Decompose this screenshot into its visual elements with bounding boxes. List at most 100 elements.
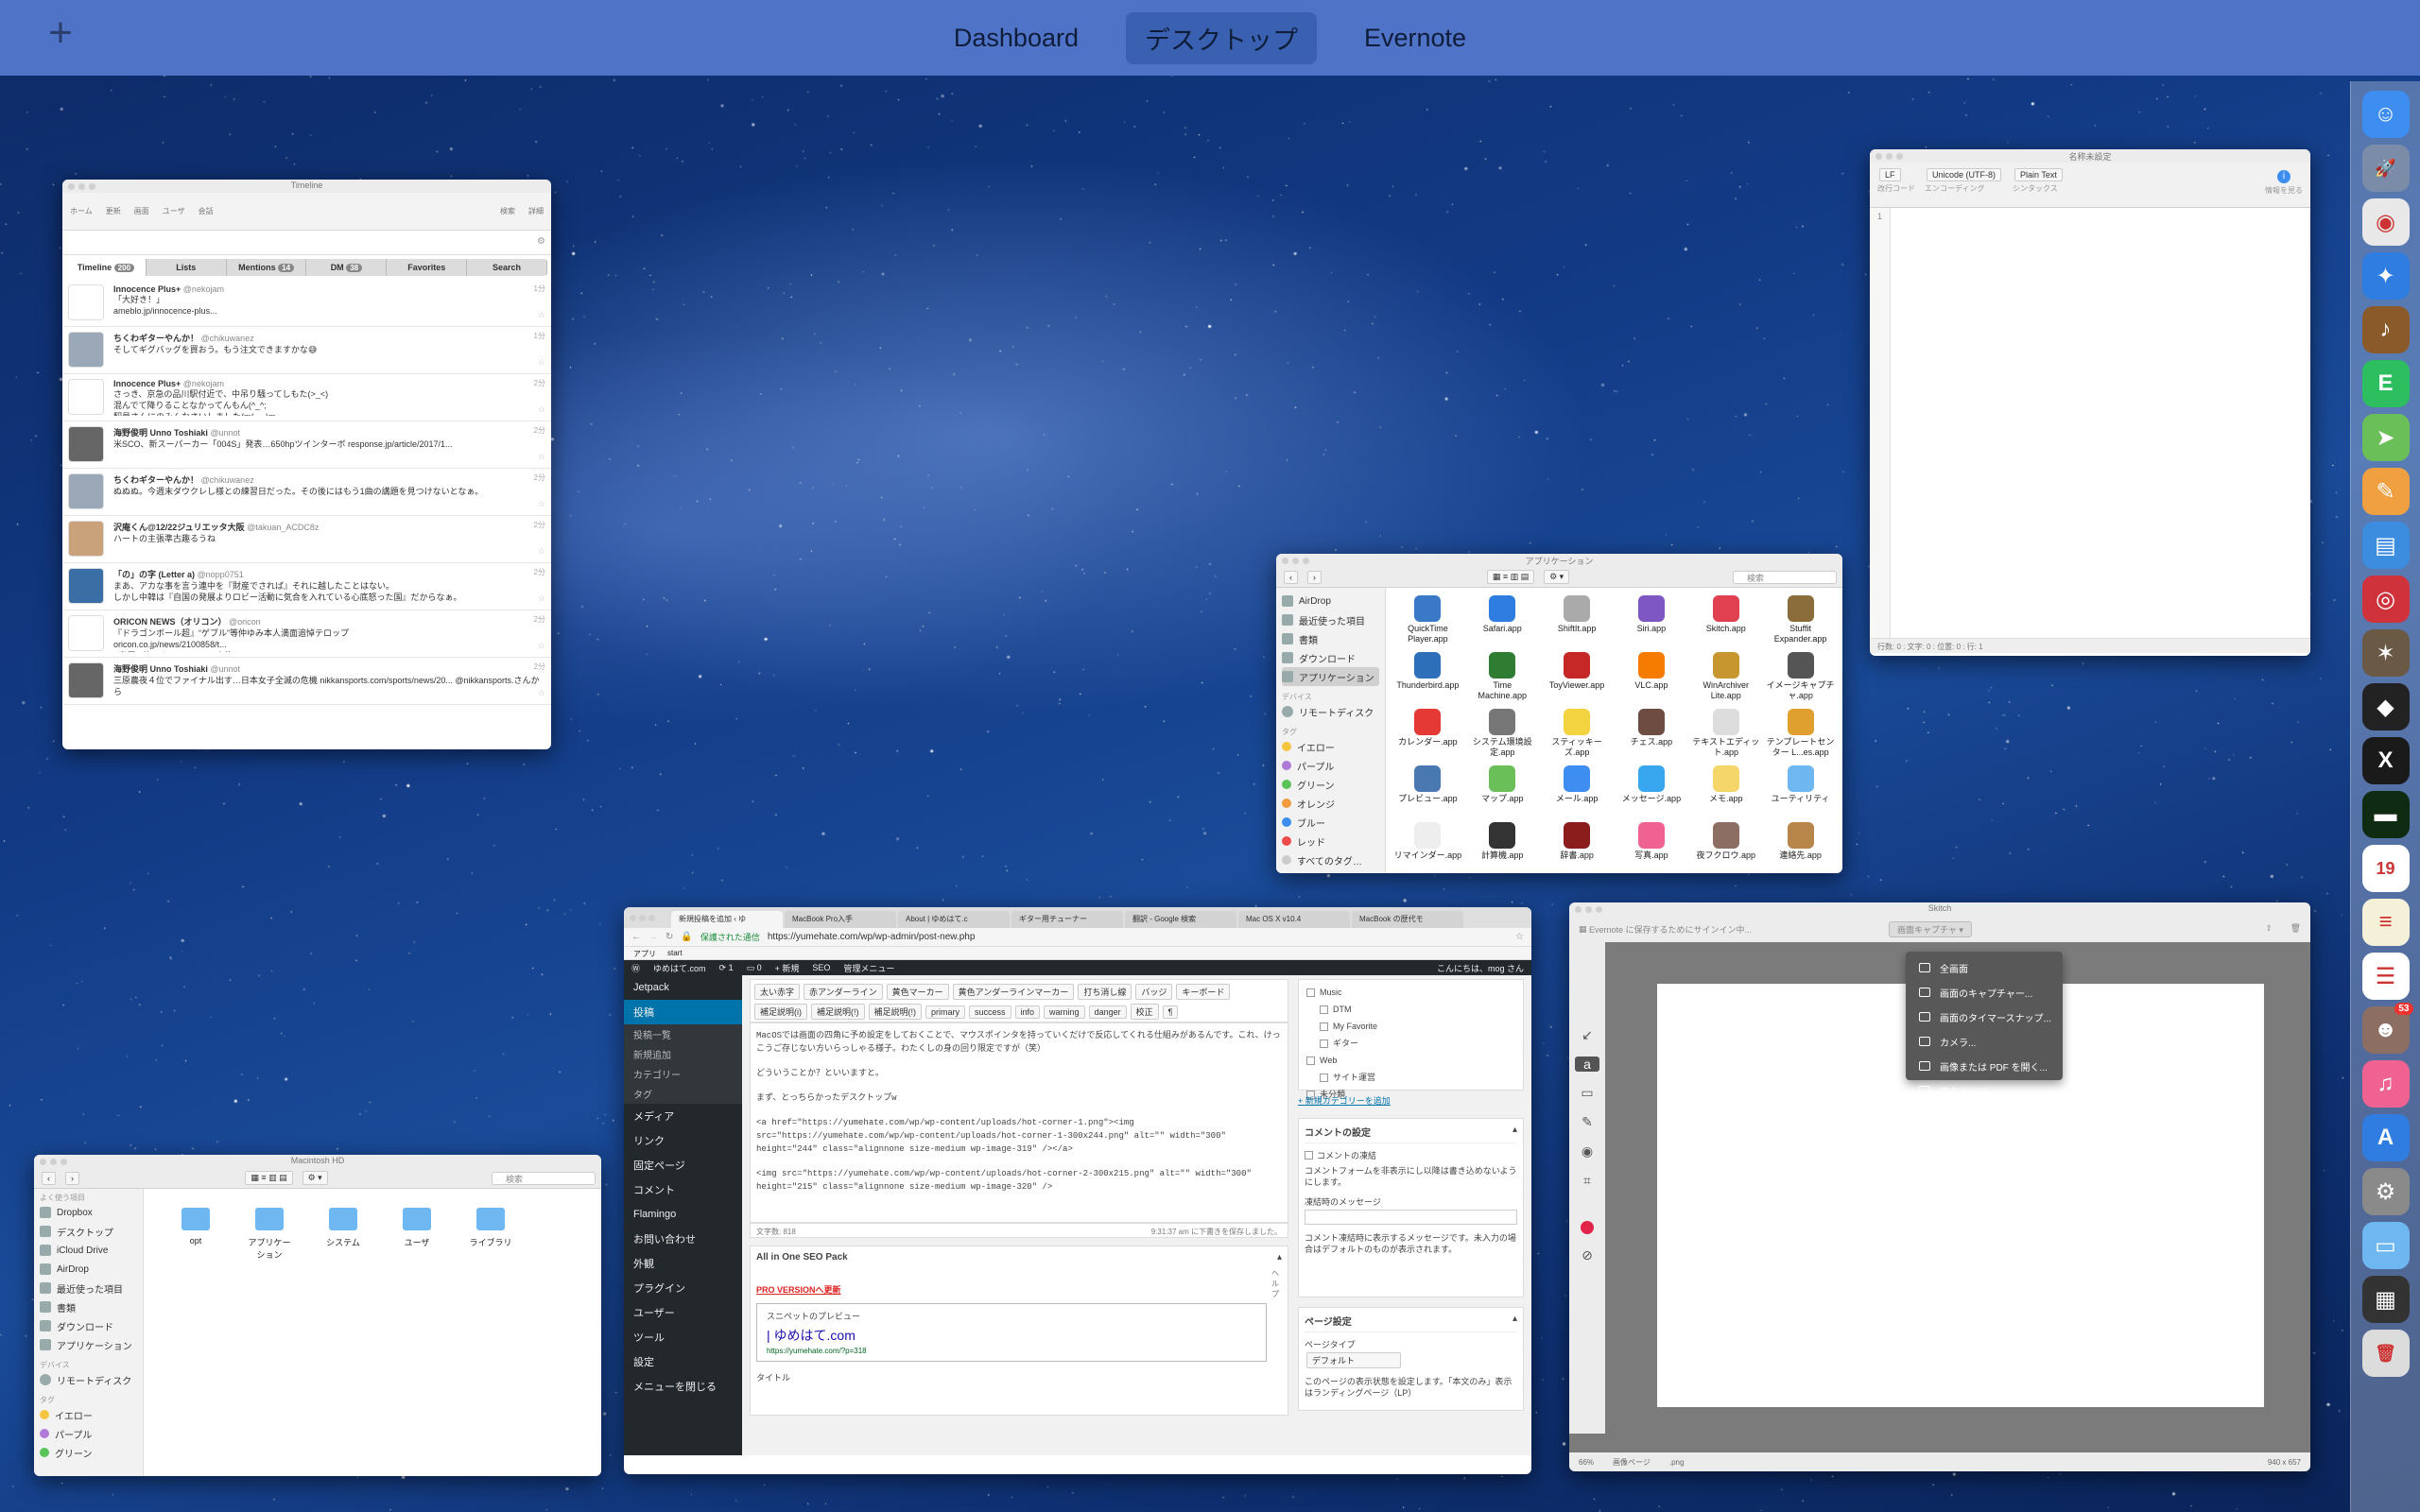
sidebar-item[interactable]: AirDrop bbox=[1282, 592, 1379, 610]
wp-menu-item[interactable]: 固定ページ bbox=[624, 1153, 742, 1177]
app-icon-item[interactable]: QuickTime Player.app bbox=[1393, 592, 1462, 644]
category-checkbox-item[interactable]: Web bbox=[1306, 1052, 1515, 1069]
category-checkbox-item[interactable]: Music bbox=[1306, 984, 1515, 1001]
wp-menu-item[interactable]: Jetpack bbox=[624, 975, 742, 1000]
seo-link[interactable]: SEO bbox=[812, 963, 830, 972]
favorite-star-icon[interactable]: ☆ bbox=[538, 641, 545, 651]
help-link[interactable]: ヘルプ bbox=[1269, 1268, 1282, 1299]
tab-lists[interactable]: Lists bbox=[147, 259, 227, 276]
app-icon-item[interactable]: Siri.app bbox=[1617, 592, 1686, 644]
tweet-item[interactable]: ORICON NEWS（オリコン） @oricon 『ドラゴンボール超』“ゲブル”… bbox=[62, 610, 551, 658]
dock-downloads-folder-icon[interactable]: ▭ bbox=[2361, 1222, 2410, 1269]
browser-tab[interactable]: About | ゆめはて.c bbox=[898, 911, 1010, 928]
quicktag-button[interactable]: 赤アンダーライン bbox=[804, 984, 883, 1000]
share-icon[interactable]: ⇪ bbox=[2265, 923, 2273, 934]
refresh-button[interactable]: 更新 bbox=[106, 206, 121, 216]
window-titlebar[interactable]: Macintosh HD bbox=[34, 1155, 601, 1168]
bookmark-apps[interactable]: アプリ bbox=[633, 949, 656, 958]
sidebar-item[interactable]: AirDrop bbox=[40, 1260, 137, 1279]
app-icon-item[interactable]: メッセージ.app bbox=[1617, 762, 1686, 815]
syntax-select[interactable]: Plain Text bbox=[2014, 168, 2063, 181]
favorite-star-icon[interactable]: ☆ bbox=[538, 404, 545, 415]
sidebar-item[interactable]: 最近使った項目 bbox=[1282, 610, 1379, 629]
favorite-star-icon[interactable]: ☆ bbox=[538, 310, 545, 320]
size-picker[interactable]: ⊘ bbox=[1582, 1247, 1593, 1263]
wp-menu-item[interactable]: 新規追加 bbox=[624, 1044, 742, 1064]
view-buttons[interactable]: ▦ ≡ ▥ ▤ bbox=[1486, 570, 1535, 584]
text-area[interactable] bbox=[1891, 208, 2310, 638]
sidebar-item[interactable]: アプリケーション bbox=[1282, 667, 1379, 686]
forward-icon[interactable]: → bbox=[648, 932, 658, 942]
quicktag-button[interactable]: ¶ bbox=[1162, 1005, 1179, 1019]
wp-menu-item[interactable]: 投稿 bbox=[624, 1000, 742, 1024]
wp-menu-item[interactable]: コメント bbox=[624, 1177, 742, 1202]
tweet-list[interactable]: Innocence Plus+ @nekojam 「大好き！」 ameblo.jp… bbox=[62, 280, 551, 705]
tab-timeline[interactable]: Timeline 200 bbox=[66, 259, 147, 276]
tag-item[interactable]: グリーン bbox=[1282, 775, 1379, 794]
screen-button[interactable]: 画面 bbox=[134, 206, 149, 216]
back-icon[interactable]: ← bbox=[631, 932, 641, 942]
category-checkbox-item[interactable]: サイト運営 bbox=[1306, 1069, 1515, 1086]
capture-menu-item[interactable]: 画像または PDF を開く... bbox=[1906, 1054, 2063, 1078]
window-titlebar[interactable]: Skitch bbox=[1569, 902, 2310, 916]
timeline-window[interactable]: Timeline ホーム 更新 画面 ユーザ 会話 検索 詳細 ⚙ Timeli… bbox=[62, 180, 551, 749]
sidebar-item[interactable]: リモートディスク bbox=[1282, 702, 1379, 721]
app-icon-item[interactable]: スティッキーズ.app bbox=[1543, 705, 1612, 758]
avatar[interactable] bbox=[68, 615, 104, 651]
compose-area[interactable]: ⚙ bbox=[62, 231, 551, 255]
tag-item[interactable]: すべてのタグ… bbox=[1282, 850, 1379, 869]
tweet-item[interactable]: 「の」の字 (Letter a) @nopp0751 まあ、アカな事を言う連中を『… bbox=[62, 563, 551, 610]
tag-item[interactable]: グリーン bbox=[40, 1443, 137, 1462]
pro-version-link[interactable]: PRO VERSIONへ更新 bbox=[756, 1283, 1282, 1296]
app-icon-item[interactable]: Thunderbird.app bbox=[1393, 648, 1462, 701]
wp-menu-item[interactable]: 設定 bbox=[624, 1349, 742, 1374]
browser-tab[interactable]: Mac OS X v10.4 bbox=[1238, 911, 1350, 928]
tag-item[interactable]: レッド bbox=[1282, 832, 1379, 850]
dock-finder-icon[interactable]: ☺ bbox=[2361, 91, 2410, 138]
space-evernote[interactable]: Evernote bbox=[1345, 16, 1485, 60]
editor-body[interactable]: 1 bbox=[1870, 208, 2310, 638]
quicktag-button[interactable]: primary bbox=[925, 1005, 966, 1019]
wp-menu-item[interactable]: ユーザー bbox=[624, 1300, 742, 1325]
folder-item[interactable]: ユーザ bbox=[393, 1208, 441, 1457]
app-icon-item[interactable]: イメージキャプチャ.app bbox=[1766, 648, 1835, 701]
crop-tool-icon[interactable]: ⌗ bbox=[1583, 1173, 1591, 1189]
wp-menu-item[interactable]: 外観 bbox=[624, 1251, 742, 1276]
manage-menu-link[interactable]: 管理メニュー bbox=[843, 962, 894, 974]
action-button[interactable]: ⚙ ▾ bbox=[302, 1171, 328, 1185]
dock-launchpad-icon[interactable]: 🚀 bbox=[2361, 145, 2410, 192]
sidebar-item[interactable]: リモートディスク bbox=[40, 1370, 137, 1389]
app-icon-item[interactable]: Time Machine.app bbox=[1468, 648, 1537, 701]
add-category-link[interactable]: + 新規カテゴリーを追加 bbox=[1298, 1094, 1524, 1107]
folder-item[interactable]: アプリケーション bbox=[246, 1208, 293, 1457]
tag-item[interactable]: イエロー bbox=[40, 1405, 137, 1424]
wordpress-icon[interactable]: Ⓦ bbox=[631, 962, 640, 974]
wp-menu-item[interactable]: 投稿一覧 bbox=[624, 1024, 742, 1044]
finder-macintosh-hd-window[interactable]: Macintosh HD ‹ › ▦ ≡ ▥ ▤ ⚙ ▾ 検索 よく使う項目 Drop… bbox=[34, 1155, 601, 1476]
back-button[interactable]: ‹ bbox=[42, 1171, 56, 1185]
reload-icon[interactable]: ↻ bbox=[666, 932, 673, 942]
skitch-window[interactable]: Skitch ▦ Evernote に保存するためにサインイン中... 画面キャ… bbox=[1569, 902, 2310, 1471]
encoding-select[interactable]: Unicode (UTF-8) bbox=[1927, 168, 2002, 181]
sidebar-item[interactable]: 書類 bbox=[40, 1297, 137, 1316]
browser-tab[interactable]: 翻訳 - Google 検索 bbox=[1125, 911, 1236, 928]
arrow-tool-icon[interactable]: ↙ bbox=[1582, 1027, 1593, 1043]
quicktag-button[interactable]: 補足説明(!) bbox=[868, 1004, 922, 1020]
tag-item[interactable]: ブルー bbox=[1282, 813, 1379, 832]
favorite-star-icon[interactable]: ☆ bbox=[538, 452, 545, 462]
rectangle-tool-icon[interactable]: ▭ bbox=[1581, 1085, 1593, 1101]
tweet-item[interactable]: ちくわギターやんか！ @chikuwanez ぬぬぬ。今週末ダウクレし様との練習日… bbox=[62, 469, 551, 516]
app-icon-item[interactable]: WinArchiver Lite.app bbox=[1691, 648, 1760, 701]
dock-trash-icon[interactable]: 🗑 bbox=[2361, 1330, 2410, 1377]
avatar[interactable] bbox=[68, 379, 104, 415]
tweet-author[interactable]: Innocence Plus+ @nekojam bbox=[113, 379, 545, 388]
capture-menu-item[interactable]: 空白ページ bbox=[1906, 1078, 2063, 1103]
avatar[interactable] bbox=[68, 521, 104, 557]
conversation-button[interactable]: 会話 bbox=[199, 206, 214, 216]
quicktag-button[interactable]: 黄色マーカー bbox=[886, 984, 949, 1000]
app-icon-item[interactable]: 計算機.app bbox=[1468, 818, 1537, 871]
post-content-textarea[interactable]: MacOSでは画面の四角に予め設定をしておくことで、マウスポインタを持っていくだ… bbox=[750, 1022, 1288, 1223]
add-space-button[interactable]: + bbox=[42, 12, 79, 54]
app-icon-item[interactable]: カレンダー.app bbox=[1393, 705, 1462, 758]
quicktag-button[interactable]: 補足説明(i) bbox=[754, 1004, 807, 1020]
